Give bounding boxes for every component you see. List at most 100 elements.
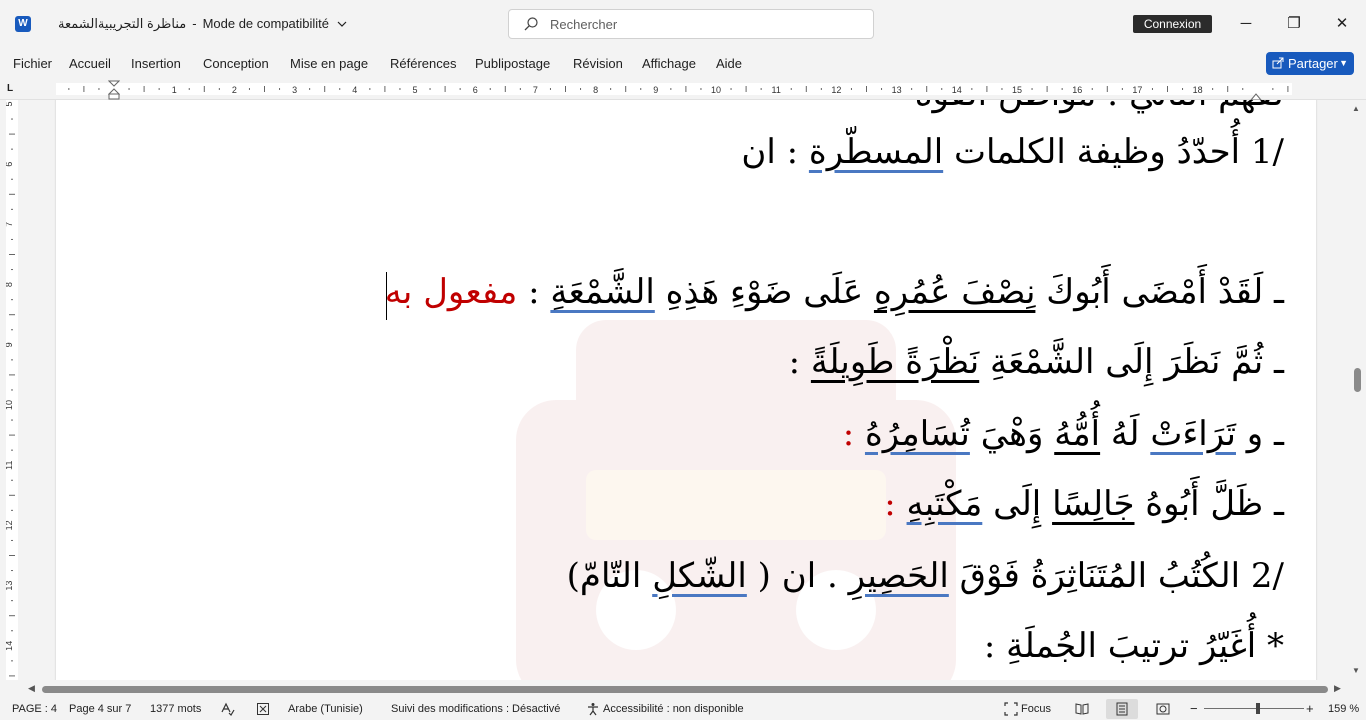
- vertical-ruler-label: 7: [6, 222, 14, 227]
- line3-a: ثُمَّ نَظَرَ إِلَى الشَّمْعَةِ: [979, 342, 1264, 382]
- line2-a: لَقَدْ أَمْضَى أَبُوكَ: [1035, 272, 1264, 312]
- zoom-slider-thumb[interactable]: [1256, 703, 1260, 714]
- line5-b: جَالِسًا: [1052, 484, 1135, 524]
- share-label: Partager: [1288, 56, 1338, 71]
- chevron-down-icon: ▼: [1339, 58, 1348, 68]
- search-input[interactable]: Rechercher: [508, 9, 874, 39]
- tab-aide[interactable]: Aide: [716, 56, 742, 71]
- line4-c: لَهُ: [1100, 414, 1151, 454]
- maximize-button[interactable]: ❐: [1282, 12, 1306, 36]
- zoom-out-button[interactable]: −: [1190, 701, 1198, 716]
- language-indicator[interactable]: Arabe (Tunisie): [288, 703, 363, 715]
- line5-c: إِلَى: [982, 484, 1053, 524]
- document-name: مناظرة التجريبيةالشمعة: [58, 16, 187, 31]
- line4-b: تَرَاءَتْ: [1150, 414, 1236, 454]
- tab-accueil[interactable]: Accueil: [69, 56, 111, 71]
- bullet-dash: ـ: [1263, 272, 1284, 312]
- vertical-scroll-thumb[interactable]: [1354, 368, 1361, 392]
- tab-mise-en-page[interactable]: Mise en page: [290, 56, 368, 71]
- line1-underlined: المسطّرة: [808, 132, 944, 172]
- horizontal-scrollbar[interactable]: ◀ ▶: [24, 680, 1348, 698]
- print-layout-button[interactable]: [1106, 699, 1138, 719]
- horizontal-scroll-thumb[interactable]: [42, 686, 1328, 693]
- web-layout-icon[interactable]: [1156, 702, 1170, 716]
- doc-line-3: ـ ثُمَّ نَظَرَ إِلَى الشَّمْعَةِ نَظْرَة…: [789, 342, 1284, 382]
- horizontal-ruler[interactable]: L 1 2 3 4 5 6 7 8 9 10 11 12 13 14 15 16 17 18: [0, 80, 1366, 101]
- tab-revision[interactable]: Révision: [573, 56, 623, 71]
- tab-stop-selector[interactable]: L: [7, 83, 13, 94]
- doc-line-6: /2 الكُتُبُ المُتَنَاثِرَةُ فَوْقَ الحَص…: [567, 556, 1284, 596]
- accessibility-icon[interactable]: [586, 702, 600, 716]
- page-field[interactable]: PAGE : 4: [12, 703, 57, 715]
- focus-icon[interactable]: [1004, 702, 1018, 716]
- ruler-label: 8: [593, 85, 598, 95]
- proofing-icon[interactable]: [221, 702, 235, 716]
- line2-d: الشَّمْعَةِ: [550, 272, 655, 312]
- track-changes-status[interactable]: Suivi des modifications : Désactivé: [391, 703, 560, 715]
- share-button[interactable]: Partager ▼: [1266, 52, 1354, 75]
- ruler-label: 14: [952, 85, 962, 95]
- vertical-ruler-ticks: 5 6 7 8 9 10 11 12 13 14: [4, 101, 15, 677]
- tab-references[interactable]: Références: [390, 56, 456, 71]
- ruler-label: 11: [772, 85, 781, 95]
- ruler-label: 5: [412, 85, 417, 95]
- line5-d: مَكْتَبِهِ: [906, 484, 983, 524]
- chevron-down-icon[interactable]: [337, 20, 347, 28]
- document-page[interactable]: لفهم الثاني : مواطن القوة /1 أُحدّدُ وظي…: [56, 100, 1316, 680]
- title-separator: -: [192, 16, 197, 31]
- text-cursor: [386, 272, 387, 320]
- vertical-ruler-label: 13: [6, 581, 14, 591]
- vertical-ruler-label: 11: [6, 461, 14, 470]
- doc-line-1: /1 أُحدّدُ وظيفة الكلمات المسطّرة : ان: [741, 132, 1284, 172]
- tab-fichier[interactable]: Fichier: [13, 56, 52, 71]
- doc-line-7: * أُغَيّرُ ترتيبَ الجُملَةِ :: [983, 626, 1284, 666]
- vertical-ruler-label: 6: [6, 162, 14, 167]
- tab-conception[interactable]: Conception: [203, 56, 269, 71]
- scroll-down-icon[interactable]: ▼: [1352, 666, 1360, 675]
- vertical-scrollbar[interactable]: ▲ ▼: [1348, 100, 1366, 680]
- page-count[interactable]: Page 4 sur 7: [69, 703, 131, 715]
- item-number: /2: [1250, 556, 1284, 596]
- zoom-level[interactable]: 159 %: [1328, 703, 1359, 715]
- signin-button[interactable]: Connexion: [1133, 15, 1212, 33]
- vertical-ruler-label: 9: [6, 342, 14, 347]
- read-mode-icon[interactable]: [1075, 702, 1089, 716]
- tab-publipostage[interactable]: Publipostage: [475, 56, 550, 71]
- tab-insertion[interactable]: Insertion: [131, 56, 181, 71]
- line3-colon: :: [788, 342, 811, 382]
- word-count[interactable]: 1377 mots: [150, 703, 201, 715]
- line4-e: وَهْيَ: [969, 414, 1055, 454]
- indent-marker[interactable]: [107, 80, 121, 100]
- line4-f: تُسَامِرُهُ: [864, 414, 970, 454]
- vertical-ruler-label: 14: [6, 641, 14, 651]
- tab-affichage[interactable]: Affichage: [642, 56, 696, 71]
- accessibility-status[interactable]: Accessibilité : non disponible: [603, 703, 744, 715]
- scroll-left-icon[interactable]: ◀: [28, 683, 35, 694]
- zoom-in-button[interactable]: +: [1306, 701, 1314, 716]
- ruler-label: 16: [1072, 85, 1082, 95]
- document-title[interactable]: مناظرة التجريبيةالشمعة - Mode de compatibi…: [58, 16, 347, 32]
- title-bar: W مناظرة التجريبيةالشمعة - Mode de compati…: [0, 0, 1366, 48]
- line1-text: أُحدّدُ وظيفة الكلمات: [943, 132, 1251, 172]
- ruler-track: 1 2 3 4 5 6 7 8 9 10 11 12 13 14 15 16 17 18: [56, 83, 1292, 95]
- vertical-ruler-label: 12: [6, 520, 14, 530]
- scroll-up-icon[interactable]: ▲: [1352, 104, 1360, 113]
- line6-b: الحَصِيرِ: [848, 556, 949, 596]
- bullet-dash: ـ: [1263, 484, 1284, 524]
- minimize-button[interactable]: ─: [1234, 12, 1258, 36]
- ruler-label: 13: [892, 85, 902, 95]
- ribbon-tabs: Fichier Accueil Insertion Conception Mis…: [0, 48, 1366, 80]
- line4-a: و: [1235, 414, 1264, 454]
- scroll-right-icon[interactable]: ▶: [1334, 683, 1341, 694]
- line4-d: أُمُّهُ: [1054, 414, 1101, 454]
- text-predictions-icon[interactable]: [256, 702, 270, 716]
- compatibility-mode: Mode de compatibilité: [202, 16, 330, 31]
- focus-label[interactable]: Focus: [1021, 703, 1051, 715]
- zoom-slider-track[interactable]: [1204, 708, 1304, 709]
- right-indent-marker[interactable]: [1249, 90, 1263, 101]
- ruler-label: 6: [473, 85, 478, 95]
- close-button[interactable]: ✕: [1330, 12, 1354, 36]
- line2-colon: :: [517, 272, 551, 312]
- ruler-label: 4: [352, 85, 357, 95]
- line6-d: الشّكلِ: [652, 556, 747, 596]
